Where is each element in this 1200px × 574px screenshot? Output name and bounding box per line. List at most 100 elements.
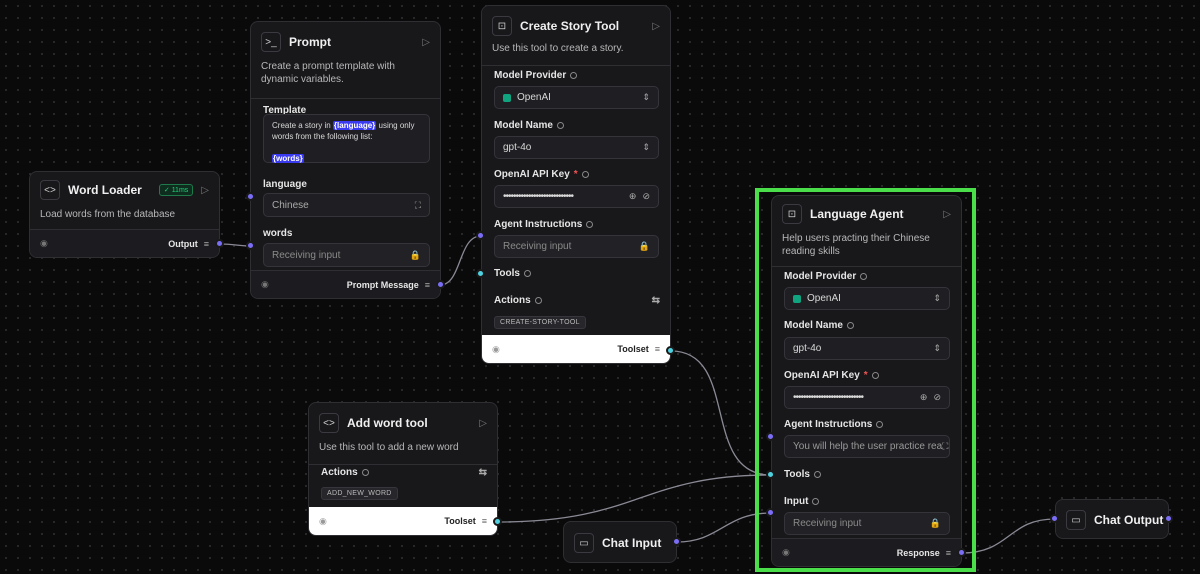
- story-instructions-port[interactable]: [476, 231, 485, 240]
- word-loader-output-port[interactable]: [215, 239, 224, 248]
- output-label: Response: [896, 547, 940, 558]
- info-icon: [813, 471, 821, 478]
- chat-input-node[interactable]: ▭ Chat Input: [563, 521, 677, 563]
- prompt-node[interactable]: >_ Prompt ▷ Create a prompt template wit…: [250, 21, 441, 299]
- robot-icon: ⊡: [492, 16, 512, 36]
- add-word-toolset-port[interactable]: [493, 517, 502, 526]
- info-icon: [812, 498, 820, 505]
- openai-icon: [793, 294, 801, 303]
- chat-output-input-port[interactable]: [1050, 514, 1059, 523]
- info-icon: [871, 372, 879, 379]
- eye-icon[interactable]: ◉: [492, 344, 500, 355]
- play-icon[interactable]: ▷: [652, 21, 660, 32]
- node-description: Use this tool to add a new word: [319, 442, 459, 453]
- language-input[interactable]: Chinese ⛶: [263, 193, 430, 217]
- chat-output-output-port[interactable]: [1164, 514, 1173, 523]
- create-story-tool-node[interactable]: ⊡ Create Story Tool ▷ Use this tool to c…: [481, 5, 671, 364]
- agent-instructions-input[interactable]: You will help the user practice rea ⛶: [784, 435, 950, 458]
- chat-input-output-port[interactable]: [672, 537, 681, 546]
- eye-icon[interactable]: ◉: [782, 547, 790, 558]
- output-list-icon[interactable]: ≡: [482, 516, 487, 526]
- agent-instructions-input[interactable]: Receiving input 🔒: [494, 235, 659, 258]
- word-loader-node[interactable]: <> Word Loader ✓ 11ms ▷ Load words from …: [29, 171, 220, 258]
- words-label: words: [263, 228, 293, 239]
- language-label: language: [263, 179, 307, 190]
- api-key-input[interactable]: •••••••••••••••••••••••••••• ⊕ ⊘: [784, 386, 950, 409]
- language-agent-node[interactable]: ⊡ Language Agent ▷ Help users practing t…: [771, 195, 962, 567]
- model-provider-select[interactable]: OpenAI ⇕: [494, 86, 659, 109]
- agent-tools-port[interactable]: [766, 470, 775, 479]
- model-name-label: Model Name: [772, 320, 866, 331]
- edge-addword-to-agent-tools: [497, 474, 772, 523]
- api-key-input[interactable]: •••••••••••••••••••••••••••• ⊕ ⊘: [494, 185, 659, 208]
- prompt-output-port[interactable]: [436, 280, 445, 289]
- info-icon: [581, 171, 589, 178]
- output-list-icon[interactable]: ≡: [425, 280, 430, 290]
- api-key-label: OpenAI API Key *: [772, 370, 891, 381]
- agent-instructions-port[interactable]: [766, 432, 775, 441]
- output-list-icon[interactable]: ≡: [655, 344, 660, 354]
- model-provider-label: Model Provider: [482, 70, 589, 81]
- globe-icon[interactable]: ⊕: [920, 392, 928, 403]
- play-icon[interactable]: ▷: [943, 209, 951, 220]
- model-provider-select[interactable]: OpenAI ⇕: [784, 287, 950, 310]
- info-icon: [361, 469, 369, 476]
- node-title: Language Agent: [810, 207, 904, 221]
- chat-icon: ▭: [574, 533, 594, 553]
- expand-icon[interactable]: ⛶: [415, 200, 421, 211]
- words-input[interactable]: Receiving input 🔒: [263, 243, 430, 267]
- add-word-tool-node[interactable]: <> Add word tool ▷ Use this tool to add …: [308, 402, 498, 536]
- info-icon: [586, 221, 594, 228]
- chat-output-node[interactable]: ▭ Chat Output: [1055, 499, 1169, 539]
- info-icon: [860, 273, 868, 280]
- agent-input-port[interactable]: [766, 508, 775, 517]
- openai-icon: [503, 93, 511, 102]
- actions-label: Actions ⇆: [321, 467, 487, 478]
- node-description: Help users practing their Chinese readin…: [782, 233, 930, 257]
- code-icon: <>: [319, 413, 339, 433]
- output-label: Prompt Message: [346, 279, 419, 290]
- story-toolset-port[interactable]: [666, 346, 675, 355]
- edge-prompt-to-instructions: [439, 235, 482, 286]
- output-list-icon[interactable]: ≡: [204, 239, 209, 249]
- sliders-icon[interactable]: ⇆: [652, 295, 660, 306]
- eye-off-icon[interactable]: ⊘: [933, 392, 941, 403]
- play-icon[interactable]: ▷: [479, 418, 487, 429]
- template-field[interactable]: Create a story in {language} using only …: [263, 114, 430, 163]
- tools-label: Tools: [772, 469, 833, 480]
- input-field[interactable]: Receiving input 🔒: [784, 512, 950, 535]
- story-tools-port[interactable]: [476, 269, 485, 278]
- eye-icon[interactable]: ◉: [319, 516, 327, 527]
- model-provider-label: Model Provider: [772, 271, 879, 282]
- input-label: Input: [772, 496, 831, 507]
- output-list-icon[interactable]: ≡: [946, 548, 951, 558]
- eye-icon[interactable]: ◉: [261, 279, 269, 290]
- agent-instructions-label: Agent Instructions: [772, 419, 895, 430]
- eye-icon[interactable]: ◉: [40, 238, 48, 249]
- play-icon[interactable]: ▷: [201, 185, 209, 196]
- eye-off-icon[interactable]: ⊘: [642, 191, 650, 202]
- info-icon: [523, 270, 531, 277]
- model-name-select[interactable]: gpt-4o ⇕: [784, 337, 950, 360]
- globe-icon[interactable]: ⊕: [629, 191, 637, 202]
- expand-icon[interactable]: ⛶: [942, 441, 948, 452]
- agent-instructions-label: Agent Instructions: [482, 219, 605, 230]
- info-icon: [876, 421, 884, 428]
- lock-icon: 🔒: [409, 249, 421, 260]
- agent-response-port[interactable]: [957, 548, 966, 557]
- play-icon[interactable]: ▷: [422, 37, 430, 48]
- node-title: Chat Output: [1094, 513, 1164, 527]
- prompt-words-port[interactable]: [246, 241, 255, 250]
- chevron-updown-icon: ⇕: [933, 293, 941, 303]
- lock-icon: 🔒: [929, 518, 941, 528]
- status-badge: ✓ 11ms: [158, 184, 194, 196]
- info-icon: [556, 122, 564, 129]
- model-name-select[interactable]: gpt-4o ⇕: [494, 136, 659, 159]
- chevron-updown-icon: ⇕: [933, 343, 941, 353]
- sliders-icon[interactable]: ⇆: [479, 467, 487, 478]
- actions-label: Actions ⇆: [494, 295, 660, 306]
- prompt-language-port[interactable]: [246, 192, 255, 201]
- api-key-label: OpenAI API Key *: [482, 169, 601, 180]
- node-title: Create Story Tool: [520, 19, 620, 33]
- node-description: Use this tool to create a story.: [492, 43, 624, 54]
